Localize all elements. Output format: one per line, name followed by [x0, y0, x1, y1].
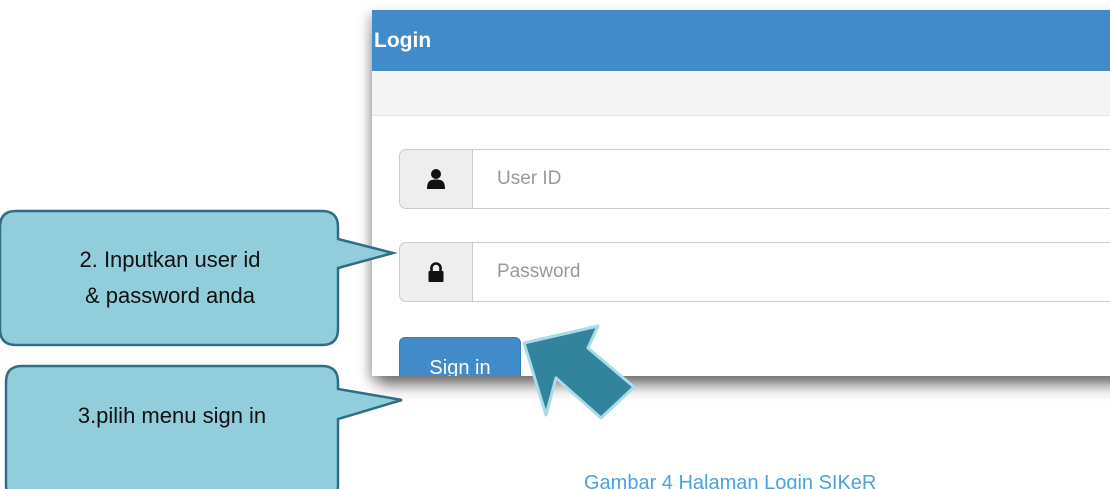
tutorial-figure: Login Sign in — [0, 0, 1110, 489]
figure-caption: Gambar 4 Halaman Login SIKeR — [584, 472, 877, 489]
callout-step3: 3.pilih menu sign in — [77, 403, 267, 428]
callout-step2-line2: & password anda — [85, 283, 255, 308]
callout-step2: 2. Inputkan user id & password anda — [2, 242, 338, 314]
pointer-arrow-icon — [522, 324, 636, 420]
callout-step2-line1: 2. Inputkan user id — [79, 247, 261, 272]
